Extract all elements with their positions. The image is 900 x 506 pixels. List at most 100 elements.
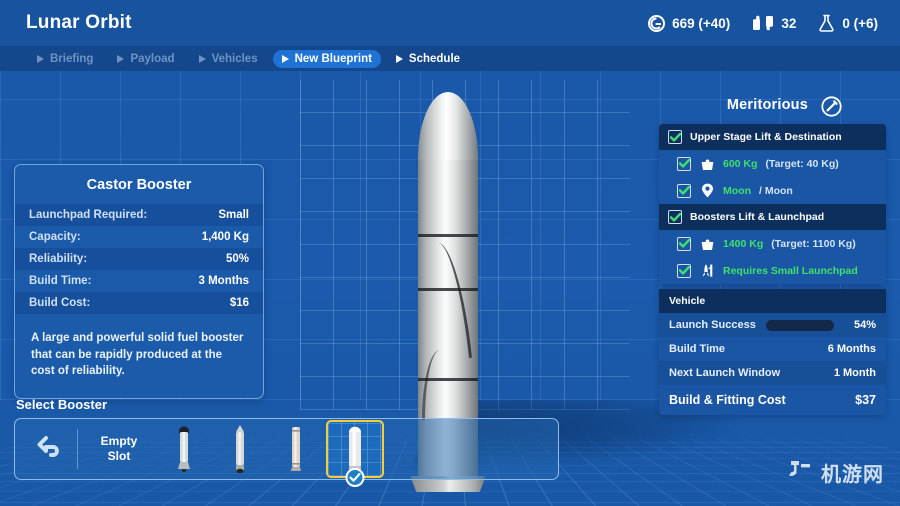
check-icon	[349, 473, 361, 482]
checkbox-checked-icon	[668, 130, 682, 144]
booster-option-3[interactable]	[270, 422, 322, 476]
vehicle-row-value: 54%	[853, 319, 876, 331]
launchpad-icon	[699, 263, 715, 278]
lift-weight-icon	[699, 236, 715, 251]
checkbox-checked-icon	[677, 183, 691, 198]
vehicle-row-launch-success: Launch Success 54%	[659, 313, 886, 337]
requirement-row-destination: Moon / Moon	[659, 177, 886, 204]
science-icon	[818, 14, 835, 32]
vehicle-row-value: 1 Month	[833, 367, 876, 379]
divider	[77, 429, 78, 469]
nav-item-label: Vehicles	[211, 52, 258, 65]
requirement-group-header-boosters: Boosters Lift & Launchpad	[659, 204, 886, 230]
booster-option-4[interactable]	[326, 420, 384, 487]
requirement-row-booster-lift: 1400 Kg (Target: 1100 Kg)	[659, 230, 886, 257]
vehicle-row-build-time: Build Time 6 Months	[659, 337, 886, 361]
stat-row: Launchpad Required: Small	[15, 204, 263, 226]
blueprint-rating-title: Meritorious	[726, 97, 808, 113]
booster-info-card: Castor Booster Launchpad Required: Small…	[14, 164, 264, 400]
stat-row: Build Cost: $16	[15, 292, 263, 314]
play-triangle-icon	[198, 54, 206, 63]
booster-info-title: Castor Booster	[86, 177, 192, 193]
stat-row: Build Time: 3 Months	[15, 270, 263, 292]
nav-item-schedule[interactable]: Schedule	[387, 50, 469, 68]
resource-money-value: 669 (+40)	[672, 15, 731, 31]
stat-key: Capacity:	[29, 231, 81, 243]
play-triangle-icon	[395, 54, 403, 63]
stat-value: 50%	[225, 253, 249, 265]
requirement-row-upper-lift: 600 Kg (Target: 40 Kg)	[659, 150, 886, 177]
requirement-value: Moon	[723, 184, 751, 197]
map-pin-icon	[699, 183, 715, 198]
requirement-value: 1400 Kg	[723, 237, 764, 250]
checkbox-checked-icon	[677, 263, 691, 278]
empty-slot-option[interactable]: Empty Slot	[82, 434, 156, 464]
requirement-target: / Moon	[759, 184, 793, 197]
play-triangle-icon	[281, 54, 289, 63]
nav-item-briefing[interactable]: Briefing	[28, 50, 102, 68]
vehicle-total-cost-row: Build & Fitting Cost $37	[659, 385, 886, 415]
nav-item-label: New Blueprint	[294, 52, 372, 65]
resource-science[interactable]: 0 (+6)	[818, 14, 878, 32]
requirement-value: 600 Kg	[723, 157, 758, 170]
undo-arrow-icon	[35, 434, 65, 465]
requirement-row-launchpad: Requires Small Launchpad	[659, 257, 886, 284]
stat-value: Small	[218, 209, 249, 221]
stat-key: Build Cost:	[29, 297, 91, 309]
stat-row: Capacity: 1,400 Kg	[15, 226, 263, 248]
booster-selector-bar: Empty Slot	[14, 418, 559, 487]
checkbox-checked-icon	[668, 210, 682, 224]
rocket-nose-cone	[418, 92, 478, 164]
requirement-group-header-upper-stage: Upper Stage Lift & Destination	[659, 124, 886, 150]
page-title: Lunar Orbit	[26, 12, 132, 33]
checkbox-checked-icon	[677, 156, 691, 171]
vehicle-row-key: Next Launch Window	[669, 367, 781, 379]
empty-slot-label-line2: Slot	[107, 449, 131, 463]
resource-science-value: 0 (+6)	[842, 15, 878, 31]
vehicle-row-value: 6 Months	[827, 343, 876, 355]
stat-value: $16	[229, 297, 249, 309]
booster-thumbnail-icon	[236, 425, 244, 473]
stat-key: Reliability:	[29, 253, 88, 265]
rocket-upper-stage	[418, 160, 478, 236]
booster-thumbnail-icon	[291, 427, 301, 471]
edit-pencil-circle-icon[interactable]	[821, 96, 842, 122]
site-watermark: 机游网	[787, 457, 884, 488]
vehicle-summary-panel: Vehicle Launch Success 54% Build Time 6 …	[659, 289, 886, 415]
requirements-panel: Upper Stage Lift & Destination 600 Kg (T…	[659, 124, 886, 284]
launch-success-progress-bar	[765, 319, 834, 331]
resource-money[interactable]: 669 (+40)	[648, 14, 731, 32]
nav-item-label: Payload	[130, 52, 175, 65]
coin-icon	[648, 14, 666, 32]
booster-option-1[interactable]	[158, 422, 210, 476]
booster-description: A large and powerful solid fuel booster …	[31, 332, 244, 378]
booster-option-2[interactable]	[214, 422, 266, 476]
nav-bar: Briefing Payload Vehicles New Blueprint …	[0, 46, 900, 71]
nav-item-vehicles[interactable]: Vehicles	[190, 50, 267, 68]
reputation-icon	[752, 15, 774, 31]
requirement-group-label: Upper Stage Lift & Destination	[690, 131, 842, 143]
stat-key: Launchpad Required:	[29, 209, 148, 221]
select-booster-label: Select Booster	[16, 397, 108, 412]
checkbox-checked-icon	[677, 236, 691, 251]
requirement-group-label: Boosters Lift & Launchpad	[690, 211, 825, 223]
nav-item-payload[interactable]: Payload	[108, 50, 183, 68]
resource-bar: 669 (+40) 32 0 (+6)	[648, 14, 878, 32]
resource-reputation-value: 32	[781, 15, 797, 31]
top-bar: Lunar Orbit 669 (+40) 32 0 (+6)	[0, 0, 900, 46]
site-logo-icon	[787, 457, 815, 488]
stat-value: 1,400 Kg	[201, 231, 249, 243]
play-triangle-icon	[37, 54, 44, 63]
resource-reputation[interactable]: 32	[752, 15, 796, 31]
stat-key: Build Time:	[29, 275, 92, 287]
undo-button[interactable]	[23, 434, 77, 465]
nav-item-new-blueprint[interactable]: New Blueprint	[272, 49, 381, 68]
vehicle-row-key: Build Time	[669, 343, 726, 355]
empty-slot-label-line1: Empty	[100, 434, 138, 448]
requirement-target: (Target: 40 Kg)	[765, 157, 839, 170]
booster-thumbnail-icon	[349, 426, 361, 471]
play-triangle-icon	[117, 54, 125, 63]
stat-row: Reliability: 50%	[15, 248, 263, 270]
rocket-ring-1	[418, 234, 478, 237]
requirement-value: Requires Small Launchpad	[723, 264, 858, 277]
